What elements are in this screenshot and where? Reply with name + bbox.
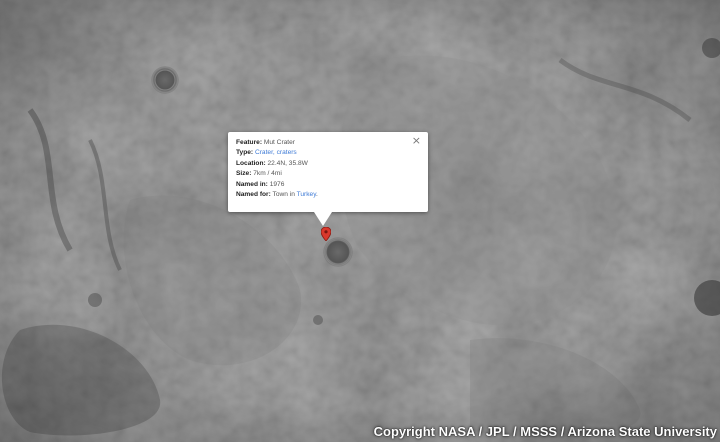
info-value: Town in bbox=[272, 191, 297, 199]
info-label: Type: bbox=[236, 149, 254, 157]
info-row-named-in: Named in: 1976 bbox=[236, 180, 420, 190]
info-label: Feature: bbox=[236, 139, 263, 146]
info-row-named-for: Named for: Town in Turkey. bbox=[236, 190, 420, 200]
imagery-attribution: Copyright NASA / JPL / MSSS / Arizona St… bbox=[373, 424, 717, 439]
info-label: Named for: bbox=[236, 191, 271, 199]
info-value: 7km / 4mi bbox=[253, 170, 282, 178]
map-pin-icon[interactable] bbox=[320, 226, 332, 242]
popup-pointer bbox=[314, 212, 332, 226]
info-row-type: Type: Crater, craters bbox=[236, 148, 420, 158]
info-value: 1976 bbox=[269, 180, 285, 188]
info-label: Size: bbox=[236, 170, 252, 178]
info-row-size: Size: 7km / 4mi bbox=[236, 169, 420, 179]
info-value: 22.4N, 35.8W bbox=[267, 159, 308, 167]
country-link[interactable]: Turkey bbox=[297, 191, 316, 198]
feature-info-popup: × Feature: Mut Crater Type: Crater, crat… bbox=[228, 132, 428, 226]
mars-terrain-imagery bbox=[0, 0, 720, 442]
map-canvas[interactable]: × Feature: Mut Crater Type: Crater, crat… bbox=[0, 0, 720, 442]
info-value: Mut Crater bbox=[263, 139, 296, 146]
info-label: Location: bbox=[236, 159, 266, 167]
close-icon[interactable]: × bbox=[412, 135, 421, 146]
info-row-feature: Feature: Mut Crater bbox=[236, 138, 420, 148]
info-row-location: Location: 22.4N, 35.8W bbox=[236, 159, 420, 169]
type-link[interactable]: Crater, craters bbox=[255, 149, 297, 156]
info-label: Named in: bbox=[236, 180, 268, 188]
info-value-suffix: . bbox=[316, 191, 318, 199]
